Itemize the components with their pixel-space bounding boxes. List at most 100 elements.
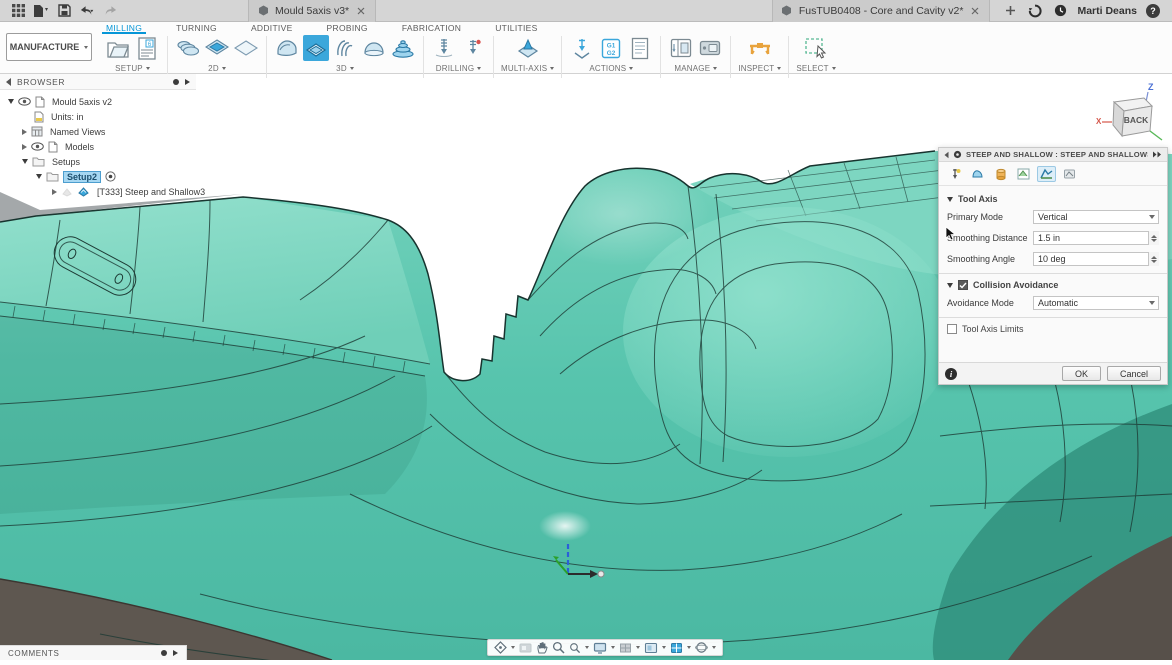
thread-mill-icon[interactable] (460, 35, 486, 61)
spinner-control[interactable] (1148, 252, 1159, 266)
tree-label[interactable]: Mould 5axis v2 (49, 97, 115, 107)
document-tab-background[interactable]: FusTUB0408 - Core and Cavity v2* (772, 0, 991, 22)
tab-geometry-icon[interactable] (968, 166, 987, 182)
tool-axis-limits-row[interactable]: Tool Axis Limits (947, 324, 1159, 334)
group-label[interactable]: SETUP (115, 64, 143, 73)
panel-handle-icon[interactable] (161, 650, 167, 656)
expand-icon[interactable] (52, 189, 57, 195)
group-label[interactable]: INSPECT (738, 64, 774, 73)
viewports-icon[interactable] (644, 642, 658, 654)
chevron-right-icon[interactable] (185, 79, 190, 85)
section-collapse-icon[interactable] (947, 197, 953, 202)
sync-status-icon[interactable] (1027, 3, 1043, 19)
caret-down-icon[interactable] (712, 646, 716, 649)
active-setup-radio-icon[interactable] (105, 171, 116, 182)
2d-adaptive-icon[interactable] (175, 35, 201, 61)
caret-down-icon[interactable] (687, 646, 691, 649)
machine-library-icon[interactable] (697, 35, 723, 61)
visibility-eye-icon[interactable] (31, 142, 44, 151)
tab-linking-icon[interactable] (1060, 166, 1079, 182)
tool-axis-limits-checkbox[interactable] (947, 324, 957, 334)
viewcube-cube[interactable]: BACK (1113, 98, 1152, 136)
tab-tool-icon[interactable] (945, 166, 964, 182)
collision-avoidance-section-header[interactable]: Collision Avoidance (947, 280, 1159, 290)
avoidance-mode-select[interactable]: Automatic (1033, 296, 1159, 310)
save-icon[interactable] (56, 3, 72, 19)
multi-axis-swarf-icon[interactable] (515, 35, 541, 61)
workspace-switcher-button[interactable]: MANUFACTURE (6, 33, 92, 61)
tab-additive[interactable]: ADDITIVE (247, 22, 297, 34)
group-label[interactable]: SELECT (796, 64, 828, 73)
tree-row-named-views[interactable]: Named Views (0, 124, 196, 139)
viewcube[interactable]: Z BACK X (1086, 80, 1170, 150)
tab-fabrication[interactable]: FABRICATION (398, 22, 465, 34)
group-label[interactable]: ACTIONS (589, 64, 626, 73)
double-arrow-icon[interactable] (1152, 151, 1162, 158)
2d-face-icon[interactable] (233, 35, 259, 61)
new-tab-plus-icon[interactable] (1002, 3, 1018, 19)
collision-avoidance-checkbox[interactable] (958, 280, 968, 290)
expand-icon[interactable] (22, 129, 27, 135)
tree-label[interactable]: [T333] Steep and Shallow3 (94, 187, 208, 197)
3d-adaptive-icon[interactable] (274, 35, 300, 61)
zoom-icon[interactable] (552, 641, 565, 654)
file-menu-icon[interactable] (33, 3, 49, 19)
tab-heights-icon[interactable] (991, 166, 1010, 182)
smoothing-angle-input[interactable]: 10 deg (1033, 252, 1159, 266)
expand-icon[interactable] (22, 144, 27, 150)
drill-icon[interactable] (431, 35, 457, 61)
caret-down-icon[interactable] (511, 646, 515, 649)
grid-snaps-icon[interactable] (670, 642, 683, 654)
chevron-right-icon[interactable] (173, 650, 178, 656)
simulate-icon[interactable] (569, 35, 595, 61)
display-settings-icon[interactable] (593, 642, 607, 654)
dialog-header[interactable]: STEEP AND SHALLOW : STEEP AND SHALLOW3 (939, 148, 1167, 162)
steep-and-shallow-icon[interactable] (303, 35, 329, 61)
caret-down-icon[interactable] (585, 646, 589, 649)
tree-label[interactable]: Named Views (47, 127, 108, 137)
tree-row-setup2[interactable]: Setup2 (0, 169, 196, 184)
caret-down-icon[interactable] (636, 646, 640, 649)
caret-down-icon[interactable] (662, 646, 666, 649)
app-grid-icon[interactable] (10, 3, 26, 19)
comments-bar[interactable]: COMMENTS (0, 645, 187, 660)
tab-turning[interactable]: TURNING (172, 22, 221, 34)
pan-hand-icon[interactable] (536, 641, 548, 654)
machine-home-icon[interactable] (519, 642, 532, 653)
tool-library-icon[interactable] (668, 35, 694, 61)
group-label[interactable]: MULTI-AXIS (501, 64, 547, 73)
tool-axis-section-header[interactable]: Tool Axis (947, 194, 1159, 204)
expand-icon[interactable] (36, 174, 42, 179)
close-tab-icon[interactable] (355, 5, 367, 17)
expand-icon[interactable] (22, 159, 28, 164)
tree-row-models[interactable]: Models (0, 139, 196, 154)
spinner-up-icon[interactable] (1151, 235, 1157, 238)
group-label[interactable]: DRILLING (436, 64, 475, 73)
panel-handle-icon[interactable] (173, 79, 179, 85)
orbit-icon[interactable] (695, 641, 708, 654)
tree-row-document[interactable]: Mould 5axis v2 (0, 94, 196, 109)
tree-label[interactable]: Units: in (48, 112, 87, 122)
expand-icon[interactable] (8, 99, 14, 104)
grid-display-icon[interactable] (619, 642, 632, 654)
smoothing-distance-input[interactable]: 1.5 in (1033, 231, 1159, 245)
help-icon[interactable]: ? (1146, 4, 1160, 18)
group-label[interactable]: MANAGE (674, 64, 710, 73)
3d-contour-icon[interactable] (361, 35, 387, 61)
setup-sheet-icon[interactable]: 6 (134, 35, 160, 61)
tab-passes-icon[interactable] (1014, 166, 1033, 182)
tab-milling[interactable]: MILLING (102, 22, 146, 34)
group-label[interactable]: 2D (208, 64, 219, 73)
2d-pocket-icon[interactable] (204, 35, 230, 61)
3d-spiral-icon[interactable] (332, 35, 358, 61)
undo-icon[interactable] (79, 3, 95, 19)
cancel-button[interactable]: Cancel (1107, 366, 1161, 381)
spinner-up-icon[interactable] (1151, 256, 1157, 259)
tree-row-units[interactable]: Units: in (0, 109, 196, 124)
new-setup-icon[interactable] (105, 35, 131, 61)
viewcube-face-label[interactable]: BACK (1124, 115, 1149, 125)
redo-icon[interactable] (102, 3, 118, 19)
caliper-inspect-icon[interactable] (747, 35, 773, 61)
primary-mode-select[interactable]: Vertical (1033, 210, 1159, 224)
user-name[interactable]: Marti Deans (1077, 5, 1137, 17)
